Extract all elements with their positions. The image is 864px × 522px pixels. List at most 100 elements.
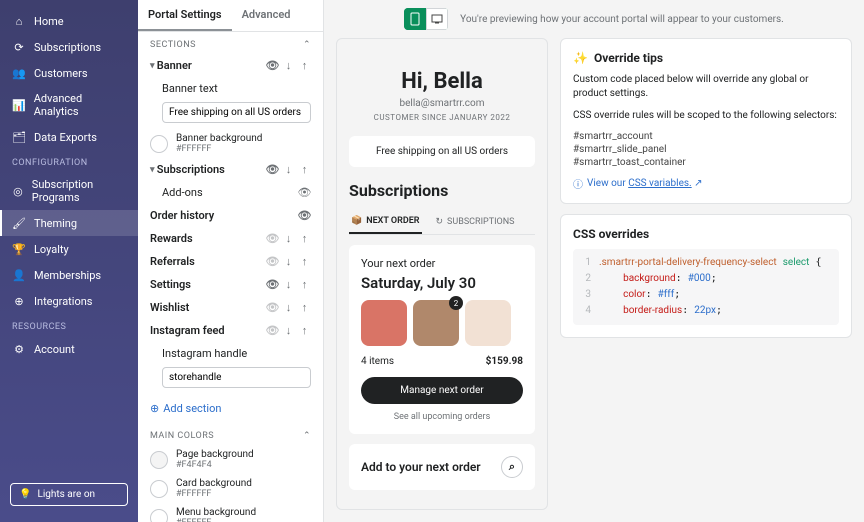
instagram-handle-input[interactable] — [162, 367, 311, 388]
section-rewards[interactable]: Rewards👁↓↑ — [138, 227, 323, 250]
banner-bg-row[interactable]: Banner background #FFFFFF — [138, 129, 323, 158]
nav-icon: ⊕ — [12, 294, 26, 308]
product-thumb[interactable]: 2 — [413, 300, 459, 346]
next-order-card: Your next order Saturday, July 30 2 4 it… — [349, 245, 535, 434]
nav-icon: 🖌 — [12, 216, 26, 230]
add-section-link[interactable]: ⊕ Add section — [138, 394, 323, 423]
arrow-down-icon[interactable]: ↓ — [282, 232, 295, 245]
tab-advanced[interactable]: Advanced — [232, 0, 301, 31]
lights-toggle[interactable]: 💡 Lights are on — [10, 483, 128, 506]
sidebar-item-home[interactable]: ⌂Home — [0, 8, 138, 34]
arrow-up-icon[interactable]: ↑ — [298, 59, 311, 72]
eye-icon[interactable]: 👁 — [298, 209, 311, 222]
sidebar-item-memberships[interactable]: 👤Memberships — [0, 262, 138, 288]
mobile-view-button[interactable] — [404, 8, 426, 30]
eye-icon[interactable]: 👁 — [266, 59, 279, 72]
box-icon: 📦 — [351, 216, 362, 226]
tab-subscriptions[interactable]: ↻SUBSCRIPTIONS — [434, 210, 517, 234]
sidebar-item-integrations[interactable]: ⊕Integrations — [0, 288, 138, 314]
color-row[interactable]: Menu background#FFFFFF — [138, 503, 323, 522]
section-settings[interactable]: Settings👁↓↑ — [138, 273, 323, 296]
product-thumb[interactable] — [361, 300, 407, 346]
chevron-up-icon[interactable]: ⌃ — [303, 40, 311, 50]
next-order-label: Your next order — [361, 257, 523, 270]
eye-icon[interactable]: 👁 — [298, 186, 311, 199]
arrow-down-icon[interactable]: ↓ — [282, 163, 295, 176]
nav-section-resources: RESOURCES — [0, 314, 138, 336]
section-referrals[interactable]: Referrals👁↓↑ — [138, 250, 323, 273]
sidebar: ⌂Home⟳Subscriptions👥Customers📊Advanced A… — [0, 0, 138, 522]
tip-icon: ✨ — [573, 51, 588, 65]
subscriptions-addons[interactable]: Add-ons 👁 — [138, 181, 323, 204]
order-price: $159.98 — [486, 356, 523, 367]
override-tips-panel: ✨Override tips Custom code placed below … — [560, 38, 852, 204]
arrow-up-icon[interactable]: ↑ — [298, 163, 311, 176]
swatch-icon — [150, 480, 168, 498]
item-count: 4 items — [361, 356, 394, 367]
nav-label: Customers — [34, 67, 88, 80]
arrow-up-icon[interactable]: ↑ — [298, 301, 311, 314]
arrow-up-icon[interactable]: ↑ — [298, 278, 311, 291]
section-subscriptions[interactable]: ▾ Subscriptions 👁↓↑ — [138, 158, 323, 181]
info-icon: ⓘ — [573, 176, 583, 191]
arrow-up-icon[interactable]: ↑ — [298, 232, 311, 245]
arrow-down-icon[interactable]: ↓ — [282, 59, 295, 72]
instagram-handle-label: Instagram handle — [138, 342, 323, 365]
product-thumb[interactable] — [465, 300, 511, 346]
section-order-history[interactable]: Order history👁 — [138, 204, 323, 227]
swatch-icon — [150, 135, 168, 153]
section-instagram-feed[interactable]: Instagram feed👁↓↑ — [138, 319, 323, 342]
arrow-up-icon[interactable]: ↑ — [298, 324, 311, 337]
banner-text-input[interactable] — [162, 102, 311, 123]
css-variables-link[interactable]: ⓘ View our CSS variables. ↗ — [573, 176, 839, 191]
section-banner[interactable]: ▾ Banner 👁↓↑ — [138, 54, 323, 77]
eye-off-icon[interactable]: 👁 — [266, 324, 279, 337]
manage-order-button[interactable]: Manage next order — [361, 377, 523, 404]
preview-bar: You're previewing how your account porta… — [324, 0, 864, 38]
nav-label: Account — [34, 343, 75, 356]
swatch-icon — [150, 451, 168, 469]
nav-label: Loyalty — [34, 243, 69, 256]
eye-icon[interactable]: 👁 — [266, 163, 279, 176]
see-all-link[interactable]: See all upcoming orders — [361, 412, 523, 422]
search-icon[interactable]: ⌕ — [501, 456, 523, 478]
color-row[interactable]: Page background#F4F4F4 — [138, 445, 323, 474]
caret-down-icon: ▾ — [150, 61, 157, 71]
sections-heading: SECTIONS ⌃ — [138, 32, 323, 54]
color-row[interactable]: Card background#FFFFFF — [138, 474, 323, 503]
tab-portal-settings[interactable]: Portal Settings — [138, 0, 232, 31]
arrow-down-icon[interactable]: ↓ — [282, 324, 295, 337]
sidebar-item-theming[interactable]: 🖌Theming — [0, 210, 138, 236]
sidebar-item-data-exports[interactable]: 🗂Data Exports — [0, 124, 138, 150]
code-editor[interactable]: 1.smartrr-portal-delivery-frequency-sele… — [573, 249, 839, 325]
arrow-down-icon[interactable]: ↓ — [282, 255, 295, 268]
tip-text-2: CSS override rules will be scoped to the… — [573, 109, 839, 123]
nav-icon: ⚙ — [12, 342, 26, 356]
eye-off-icon[interactable]: 👁 — [266, 232, 279, 245]
nav-icon: ⌂ — [12, 14, 26, 28]
nav-label: Advanced Analytics — [34, 92, 126, 118]
arrow-down-icon[interactable]: ↓ — [282, 301, 295, 314]
sidebar-item-account[interactable]: ⚙ Account — [0, 336, 138, 362]
sidebar-item-advanced-analytics[interactable]: 📊Advanced Analytics — [0, 86, 138, 124]
chevron-up-icon[interactable]: ⌃ — [303, 431, 311, 441]
sidebar-item-loyalty[interactable]: 🏆Loyalty — [0, 236, 138, 262]
eye-icon[interactable]: 👁 — [266, 278, 279, 291]
sidebar-item-customers[interactable]: 👥Customers — [0, 60, 138, 86]
sidebar-item-subscription-programs[interactable]: ◎Subscription Programs — [0, 172, 138, 210]
eye-off-icon[interactable]: 👁 — [266, 255, 279, 268]
lights-label: Lights are on — [37, 489, 95, 500]
bulb-icon: 💡 — [19, 489, 31, 500]
desktop-view-button[interactable] — [426, 8, 448, 30]
eye-off-icon[interactable]: 👁 — [266, 301, 279, 314]
arrow-up-icon[interactable]: ↑ — [298, 255, 311, 268]
nav-icon: ⟳ — [12, 40, 26, 54]
sidebar-item-subscriptions[interactable]: ⟳Subscriptions — [0, 34, 138, 60]
customer-email: bella@smartrr.com — [349, 98, 535, 109]
tab-next-order[interactable]: 📦NEXT ORDER — [349, 210, 422, 234]
section-wishlist[interactable]: Wishlist👁↓↑ — [138, 296, 323, 319]
nav-label: Memberships — [34, 269, 101, 282]
arrow-down-icon[interactable]: ↓ — [282, 278, 295, 291]
banner-text-label: Banner text — [138, 77, 323, 100]
add-to-next-order: Add to your next order ⌕ — [349, 444, 535, 490]
